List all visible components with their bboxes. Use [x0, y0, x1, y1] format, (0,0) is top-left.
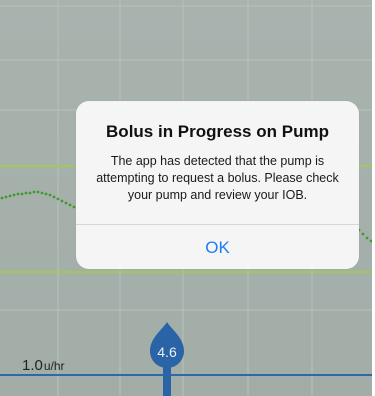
ok-button[interactable]: OK: [76, 224, 359, 269]
alert-title: Bolus in Progress on Pump: [106, 122, 329, 141]
basal-rate-unit: u/hr: [43, 359, 65, 373]
glucose-readings-left: [0, 190, 76, 209]
alert-message: The app has detected that the pump is at…: [96, 154, 339, 202]
alert-dialog: Bolus in Progress on Pump The app has de…: [76, 101, 359, 269]
app-screen: 1.0u/hr 4.6 Bolus in Progress on Pump Th…: [0, 0, 375, 396]
basal-rate-label: 1.0u/hr: [22, 357, 65, 374]
bolus-marker[interactable]: 4.6: [146, 320, 188, 396]
bolus-marker-value: 4.6: [157, 344, 177, 360]
glucose-readings-right: [357, 228, 372, 243]
basal-rate-value: 1.0: [22, 357, 43, 374]
